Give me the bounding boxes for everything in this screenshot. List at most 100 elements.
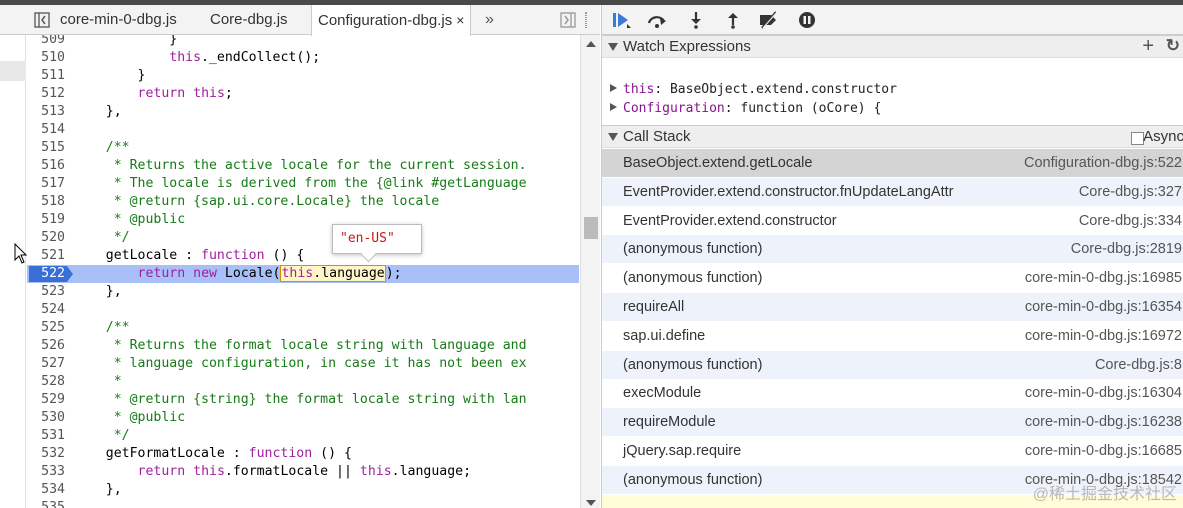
- line-number[interactable]: 532: [27, 445, 65, 463]
- line-number[interactable]: 511: [27, 67, 65, 85]
- call-frame-row[interactable]: requireAll core-min-0-dbg.js:16354: [602, 293, 1183, 322]
- code-line[interactable]: 533 return this.formatLocale || this.lan…: [27, 463, 579, 481]
- line-number[interactable]: 509: [27, 35, 65, 49]
- code-line[interactable]: 528 *: [27, 373, 579, 391]
- line-number[interactable]: 530: [27, 409, 65, 427]
- resume-icon[interactable]: [611, 11, 633, 29]
- expand-arrow-icon[interactable]: [610, 103, 617, 111]
- async-checkbox[interactable]: [1131, 132, 1144, 145]
- line-number[interactable]: 534: [27, 481, 65, 499]
- call-frame-row[interactable]: (anonymous function) Core-dbg.js:2819: [602, 235, 1183, 265]
- line-number[interactable]: 519: [27, 211, 65, 229]
- code-line[interactable]: 525 /**: [27, 319, 579, 337]
- call-frame-location[interactable]: core-min-0-dbg.js:16972: [1025, 322, 1182, 351]
- code-line[interactable]: 531 */: [27, 427, 579, 445]
- code-line[interactable]: 526 * Returns the format locale string w…: [27, 337, 579, 355]
- step-into-icon[interactable]: [685, 11, 707, 29]
- call-frame-row[interactable]: (anonymous function) core-min-0-dbg.js:16…: [602, 264, 1183, 294]
- pause-on-exceptions-icon[interactable]: [796, 11, 818, 29]
- watch-item[interactable]: Configuration: function (oCore) {: [610, 99, 881, 118]
- call-frame-location[interactable]: core-min-0-dbg.js:16304: [1025, 379, 1182, 408]
- line-number[interactable]: 524: [27, 301, 65, 319]
- code-line[interactable]: 532 getFormatLocale : function () {: [27, 445, 579, 463]
- code-line[interactable]: 524: [27, 301, 579, 319]
- line-number[interactable]: 515: [27, 139, 65, 157]
- line-number[interactable]: 513: [27, 103, 65, 121]
- code-line[interactable]: 529 * @return {string} the format locale…: [27, 391, 579, 409]
- call-frame-row[interactable]: EventProvider.extend.constructor Core-dbg…: [602, 207, 1183, 236]
- line-number[interactable]: 526: [27, 337, 65, 355]
- line-number[interactable]: 533: [27, 463, 65, 481]
- call-frame-location[interactable]: Configuration-dbg.js:522: [1024, 149, 1182, 178]
- toggle-navigator-icon[interactable]: [34, 12, 50, 28]
- code-line[interactable]: 515 /**: [27, 139, 579, 157]
- close-tab-icon[interactable]: ×: [456, 12, 464, 28]
- call-frame-location[interactable]: Core-dbg.js:334: [1079, 207, 1182, 236]
- code-line[interactable]: 534 },: [27, 481, 579, 499]
- code-editor[interactable]: 509 } 510 this._endCollect(); 511 } 512 ret…: [27, 35, 579, 508]
- line-number[interactable]: 514: [27, 121, 65, 139]
- call-frame-location[interactable]: Core-dbg.js:2819: [1071, 235, 1182, 264]
- watch-expressions-header[interactable]: Watch Expressions + ↻: [602, 35, 1183, 58]
- watch-item[interactable]: this: BaseObject.extend.constructor: [610, 80, 897, 99]
- call-frame-row[interactable]: EventProvider.extend.constructor.fnUpdat…: [602, 177, 1183, 207]
- call-frame-location[interactable]: Core-dbg.js:327: [1079, 178, 1182, 207]
- line-number[interactable]: 520: [27, 229, 65, 247]
- call-frame-row[interactable]: requireModule core-min-0-dbg.js:16238: [602, 408, 1183, 438]
- code-line[interactable]: 520 */: [27, 229, 579, 247]
- tab-core-dbg[interactable]: Core-dbg.js: [210, 5, 288, 35]
- code-line[interactable]: 512 return this;: [27, 85, 579, 103]
- code-line[interactable]: 521 getLocale : function () {: [27, 247, 579, 265]
- line-number[interactable]: 517: [27, 175, 65, 193]
- code-line[interactable]: 513 },: [27, 103, 579, 121]
- toggle-debugger-icon[interactable]: [560, 12, 576, 28]
- step-out-icon[interactable]: [722, 11, 744, 29]
- call-frame-location[interactable]: Core-dbg.js:8: [1095, 351, 1182, 380]
- call-frame-row[interactable]: BaseObject.extend.getLocale Configuration…: [602, 149, 1183, 178]
- line-number[interactable]: 516: [27, 157, 65, 175]
- code-line[interactable]: 519 * @public: [27, 211, 579, 229]
- call-frame-location[interactable]: core-min-0-dbg.js:16354: [1025, 293, 1182, 322]
- line-number[interactable]: 521: [27, 247, 65, 265]
- code-line[interactable]: 509 }: [27, 35, 579, 49]
- call-frame-location[interactable]: core-min-0-dbg.js:16985: [1025, 264, 1182, 293]
- code-line[interactable]: 514: [27, 121, 579, 139]
- editor-scrollbar[interactable]: [580, 35, 600, 508]
- code-line[interactable]: 517 * The locale is derived from the {@l…: [27, 175, 579, 193]
- line-number[interactable]: 529: [27, 391, 65, 409]
- call-frame-location[interactable]: core-min-0-dbg.js:16238: [1025, 408, 1182, 437]
- line-number[interactable]: 523: [27, 283, 65, 301]
- call-frame-location[interactable]: core-min-0-dbg.js:16685: [1025, 437, 1182, 466]
- code-line[interactable]: 523 },: [27, 283, 579, 301]
- call-frame-row[interactable]: jQuery.sap.require core-min-0-dbg.js:1668…: [602, 437, 1183, 466]
- code-line[interactable]: 510 this._endCollect();: [27, 49, 579, 67]
- deactivate-breakpoints-icon[interactable]: [758, 11, 780, 29]
- call-frame-row[interactable]: sap.ui.define core-min-0-dbg.js:16972: [602, 322, 1183, 351]
- code-line[interactable]: 527 * language configuration, in case it…: [27, 355, 579, 373]
- add-watch-icon[interactable]: +: [1142, 35, 1154, 57]
- step-over-icon[interactable]: [646, 11, 668, 29]
- line-number[interactable]: 531: [27, 427, 65, 445]
- call-frame-row[interactable]: (anonymous function) Core-dbg.js:8: [602, 350, 1183, 380]
- line-number[interactable]: 535: [27, 499, 65, 508]
- line-number[interactable]: 528: [27, 373, 65, 391]
- line-number[interactable]: 527: [27, 355, 65, 373]
- code-line[interactable]: 530 * @public: [27, 409, 579, 427]
- code-line[interactable]: 518 * @return {sap.ui.core.Locale} the l…: [27, 193, 579, 211]
- scroll-up-icon[interactable]: [586, 41, 596, 47]
- line-number[interactable]: 525: [27, 319, 65, 337]
- refresh-watch-icon[interactable]: ↻: [1166, 35, 1180, 57]
- line-number[interactable]: 512: [27, 85, 65, 103]
- hovered-expression[interactable]: this.language: [280, 265, 386, 282]
- tab-core-min-0-dbg[interactable]: core-min-0-dbg.js: [60, 5, 177, 35]
- code-line[interactable]: 535: [27, 499, 579, 508]
- expand-arrow-icon[interactable]: [610, 84, 617, 92]
- tab-overflow-icon[interactable]: »: [485, 5, 494, 35]
- scroll-down-icon[interactable]: [586, 500, 596, 506]
- line-number[interactable]: 510: [27, 49, 65, 67]
- code-line[interactable]: 516 * Returns the active locale for the …: [27, 157, 579, 175]
- active-code-line[interactable]: 522 return new Locale(this.language);: [27, 265, 579, 283]
- call-stack-header[interactable]: Call Stack Async: [602, 125, 1183, 148]
- line-number[interactable]: 518: [27, 193, 65, 211]
- call-frame-row[interactable]: execModule core-min-0-dbg.js:16304: [602, 379, 1183, 409]
